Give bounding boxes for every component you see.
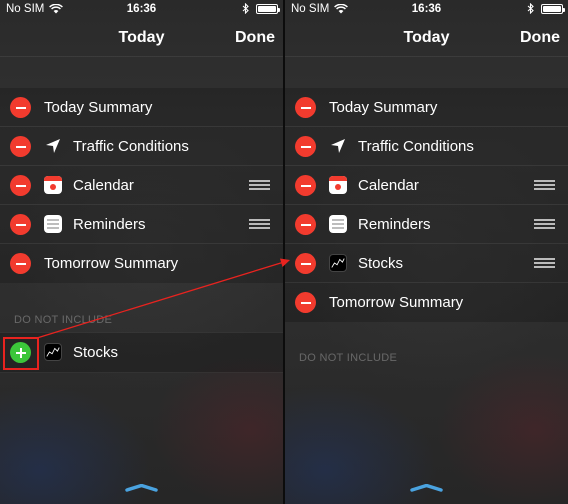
widget-label: Stocks — [73, 344, 119, 361]
list-item: Traffic Conditions — [0, 127, 283, 166]
location-arrow-icon — [46, 139, 60, 153]
status-bar: No SIM 16:36 — [285, 0, 568, 20]
widget-label: Today Summary — [44, 99, 153, 116]
included-widgets-list: Today Summary Traffic Conditions Calenda… — [285, 88, 568, 322]
screen-before: No SIM 16:36 Today Done Today Summary Tr… — [0, 0, 283, 504]
annotation-highlight-box — [3, 337, 39, 370]
list-item: Stocks — [0, 333, 283, 372]
remove-button[interactable] — [295, 292, 316, 313]
list-item: Reminders — [0, 205, 283, 244]
list-item: Calendar — [285, 166, 568, 205]
calendar-icon — [44, 176, 62, 194]
remove-button[interactable] — [10, 214, 31, 235]
status-bar: No SIM 16:36 — [0, 0, 283, 20]
list-item: Today Summary — [0, 88, 283, 127]
included-widgets-list: Today Summary Traffic Conditions Calenda… — [0, 88, 283, 283]
reorder-handle[interactable] — [534, 180, 555, 190]
remove-button[interactable] — [295, 175, 316, 196]
list-item: Tomorrow Summary — [0, 244, 283, 283]
remove-button[interactable] — [295, 253, 316, 274]
screen-after: No SIM 16:36 Today Done Today Summary Tr… — [285, 0, 568, 504]
reorder-handle[interactable] — [249, 180, 270, 190]
nav-bar: Today Done — [0, 20, 283, 56]
remove-button[interactable] — [10, 175, 31, 196]
location-arrow-icon — [331, 139, 345, 153]
list-item: Tomorrow Summary — [285, 283, 568, 322]
list-item: Reminders — [285, 205, 568, 244]
widget-label: Calendar — [73, 177, 134, 194]
bluetooth-icon — [242, 3, 249, 14]
done-button[interactable]: Done — [235, 29, 275, 47]
widget-label: Calendar — [358, 177, 419, 194]
battery-icon — [256, 3, 280, 14]
remove-button[interactable] — [295, 97, 316, 118]
status-time: 16:36 — [126, 3, 157, 15]
stocks-icon — [329, 254, 347, 272]
list-item: Stocks — [285, 244, 568, 283]
battery-icon — [541, 3, 565, 14]
widget-label: Stocks — [358, 255, 404, 272]
section-header: DO NOT INCLUDE — [14, 314, 113, 326]
grabber-handle[interactable] — [285, 484, 568, 492]
widget-label: Traffic Conditions — [73, 138, 189, 155]
remove-button[interactable] — [295, 214, 316, 235]
widget-label: Tomorrow Summary — [44, 255, 179, 272]
remove-button[interactable] — [10, 97, 31, 118]
reminders-icon — [329, 215, 347, 233]
reorder-handle[interactable] — [534, 258, 555, 268]
done-button[interactable]: Done — [520, 29, 560, 47]
reorder-handle[interactable] — [534, 219, 555, 229]
reminders-icon — [44, 215, 62, 233]
calendar-icon — [329, 176, 347, 194]
widget-label: Reminders — [358, 216, 431, 233]
widget-label: Tomorrow Summary — [329, 294, 464, 311]
list-item: Today Summary — [285, 88, 568, 127]
stocks-icon — [44, 343, 62, 361]
remove-button[interactable] — [10, 136, 31, 157]
widget-label: Today Summary — [329, 99, 438, 116]
excluded-widgets-list: Stocks — [0, 332, 283, 373]
remove-button[interactable] — [295, 136, 316, 157]
nav-bar: Today Done — [285, 20, 568, 56]
section-header: DO NOT INCLUDE — [299, 352, 398, 364]
widget-label: Traffic Conditions — [358, 138, 474, 155]
grabber-handle[interactable] — [0, 484, 283, 492]
remove-button[interactable] — [10, 253, 31, 274]
status-time: 16:36 — [411, 3, 442, 15]
list-item: Calendar — [0, 166, 283, 205]
list-item: Traffic Conditions — [285, 127, 568, 166]
widget-label: Reminders — [73, 216, 146, 233]
reorder-handle[interactable] — [249, 219, 270, 229]
bluetooth-icon — [527, 3, 534, 14]
